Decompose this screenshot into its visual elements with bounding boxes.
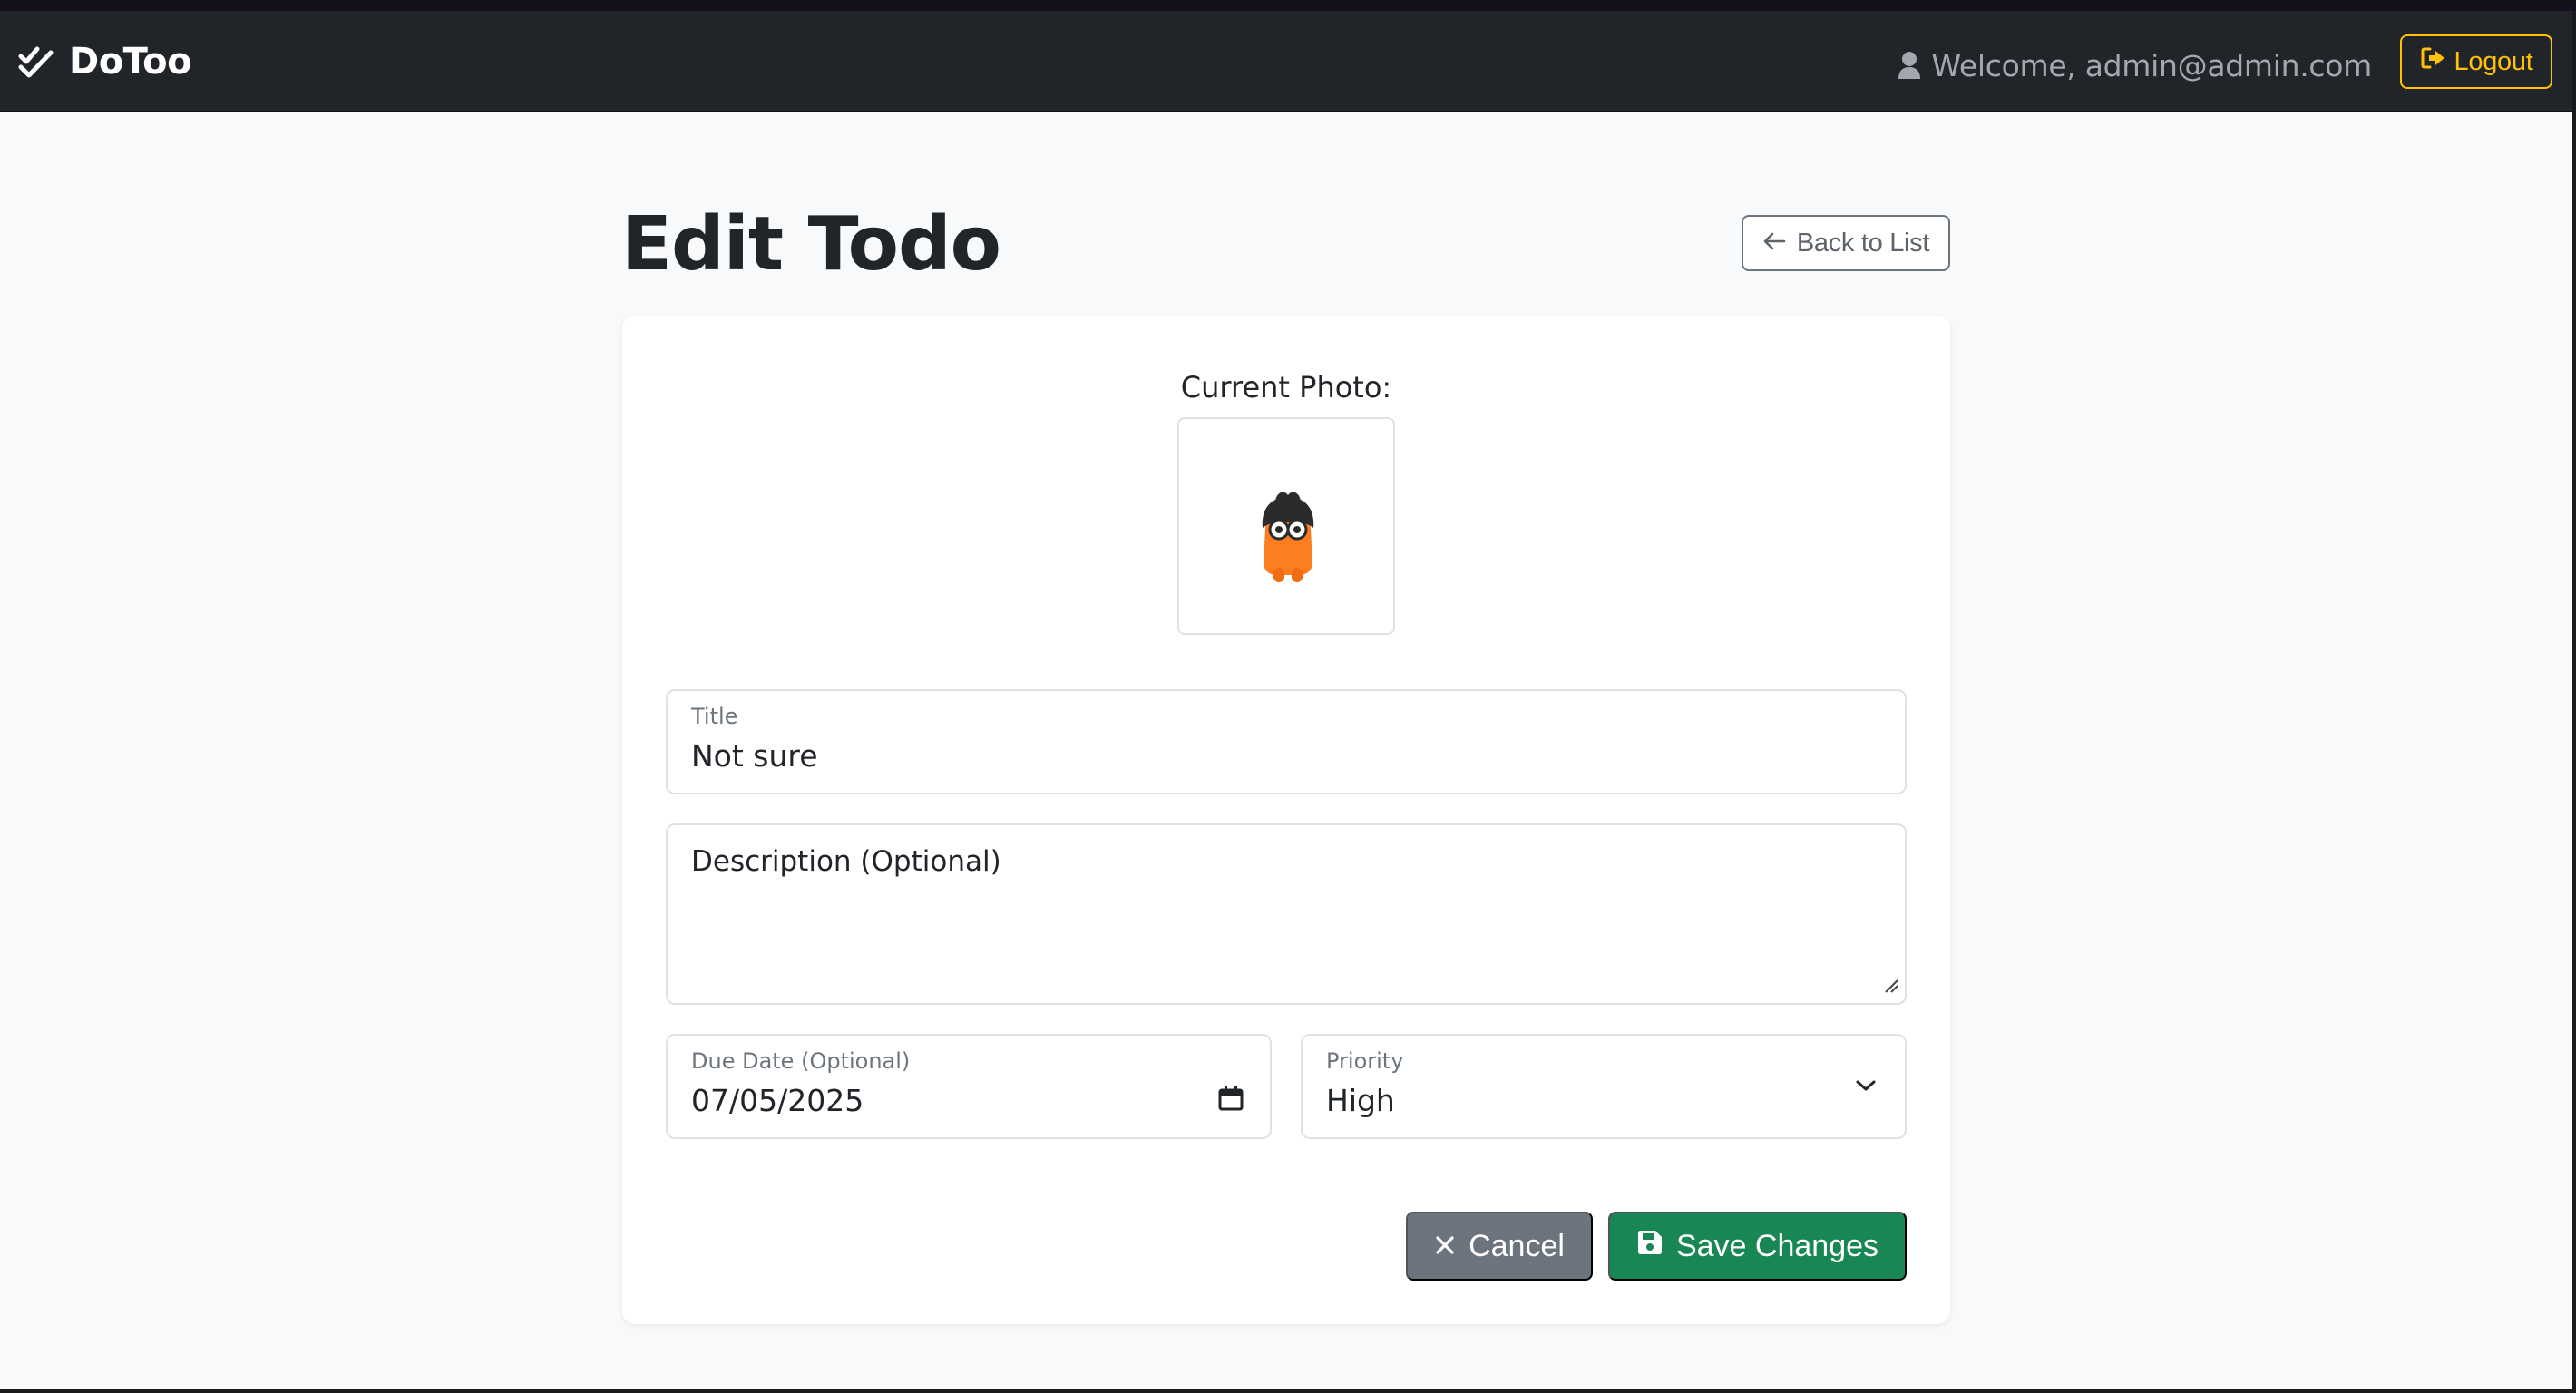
save-changes-label: Save Changes — [1675, 1228, 1879, 1263]
page-title: Edit Todo — [621, 201, 1001, 287]
brand-name: DoToo — [69, 41, 192, 83]
arrow-left-icon — [1762, 229, 1786, 258]
current-photo — [1177, 417, 1395, 635]
due-date-label: Due Date (Optional) — [691, 1048, 911, 1074]
resize-handle[interactable] — [1883, 978, 1899, 998]
cancel-label: Cancel — [1469, 1228, 1565, 1263]
priority-label: Priority — [1326, 1048, 1404, 1074]
back-to-list-label: Back to List — [1796, 228, 1930, 258]
close-icon — [1434, 1229, 1456, 1264]
logout-icon — [2420, 46, 2447, 77]
priority-select[interactable]: Priority High — [1301, 1034, 1907, 1139]
priority-value[interactable]: High — [1326, 1083, 1395, 1118]
due-date-field[interactable]: Due Date (Optional) 07/05/2025 — [666, 1034, 1272, 1139]
edit-todo-form: Current Photo: Title Not sure Descriptio… — [622, 316, 1950, 1324]
monster-avatar-image — [1262, 492, 1314, 582]
save-changes-button[interactable]: Save Changes — [1608, 1212, 1907, 1281]
chevron-down-icon — [1854, 1077, 1878, 1097]
app-window: DoToo Welcome, admin@admin.com Logout Ed… — [0, 11, 2576, 1393]
title-field[interactable]: Title Not sure — [666, 689, 1907, 794]
description-field[interactable]: Description (Optional) — [666, 823, 1907, 1005]
calendar-icon[interactable] — [1217, 1085, 1244, 1115]
welcome-text: Welcome, admin@admin.com — [1931, 47, 2373, 83]
back-to-list-button[interactable]: Back to List — [1742, 215, 1950, 271]
logout-label: Logout — [2454, 46, 2533, 76]
cancel-button[interactable]: Cancel — [1406, 1212, 1593, 1281]
title-label: Title — [691, 704, 738, 729]
user-icon — [1898, 51, 1921, 80]
double-check-icon — [18, 44, 54, 80]
logout-button[interactable]: Logout — [2400, 34, 2552, 89]
due-date-input[interactable]: 07/05/2025 — [691, 1083, 864, 1118]
floppy-disk-icon — [1636, 1229, 1664, 1264]
brand-link[interactable]: DoToo — [18, 38, 192, 85]
title-input[interactable]: Not sure — [691, 738, 818, 774]
current-photo-label: Current Photo: — [1180, 370, 1392, 404]
description-placeholder: Description (Optional) — [691, 845, 1001, 878]
welcome-message: Welcome, admin@admin.com — [1898, 47, 2373, 83]
navbar: DoToo Welcome, admin@admin.com Logout — [0, 11, 2572, 112]
